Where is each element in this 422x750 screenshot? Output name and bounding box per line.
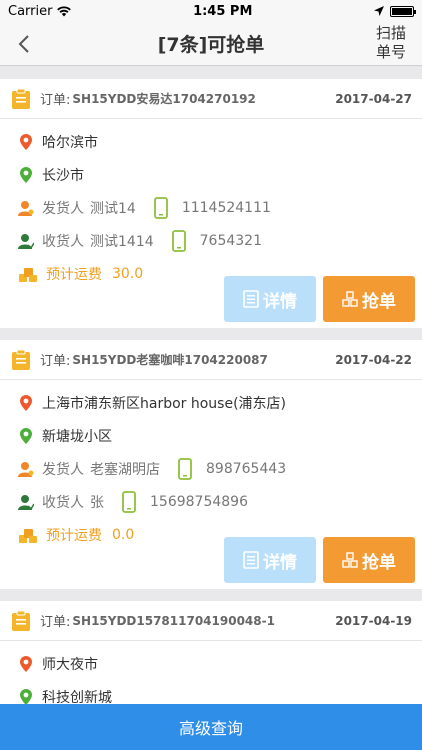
origin-pin-icon <box>18 133 34 151</box>
destination-address: 新塘垅小区 <box>42 428 112 445</box>
order-card[interactable]: 订单: SH15YDD老塞咖啡1704220087 2017-04-22 上海市… <box>0 340 422 589</box>
back-button[interactable] <box>12 30 36 58</box>
receiver-name: 张 <box>90 494 104 511</box>
order-header: 订单: SH15YDD安易达1704270192 2017-04-27 <box>0 79 422 119</box>
nav-bar: [7条]可抢单 扫描 单号 <box>0 22 422 66</box>
destination-row: 新塘垅小区 <box>18 419 412 452</box>
origin-row: 哈尔滨市 <box>18 125 412 158</box>
boxes-icon <box>342 552 358 568</box>
detail-button[interactable]: 详情 <box>224 537 316 583</box>
shipper-name: 老塞湖明店 <box>90 461 160 478</box>
destination-row: 长沙市 <box>18 158 412 191</box>
shipper-row: 发货人 老塞湖明店 898765443 <box>18 452 412 485</box>
shipper-phone[interactable]: 898765443 <box>206 461 286 477</box>
fee-label: 预计运费 <box>46 266 102 283</box>
origin-address: 上海市浦东新区harbor house(浦东店) <box>42 395 287 412</box>
clipboard-icon <box>12 88 30 109</box>
shipper-person-icon <box>18 199 34 217</box>
page-title: [7条]可抢单 <box>157 34 265 56</box>
order-label: 订单: <box>40 354 71 369</box>
order-list[interactable]: 订单: SH15YDD安易达1704270192 2017-04-27 哈尔滨市… <box>0 66 422 704</box>
order-header: 订单: SH15YDD157811704190048-1 2017-04-19 <box>0 601 422 641</box>
receiver-phone[interactable]: 7654321 <box>200 233 262 249</box>
phone-icon[interactable] <box>153 196 168 219</box>
receiver-person-icon <box>18 232 34 250</box>
receiver-row: 收货人 张 15698754896 <box>18 485 412 518</box>
origin-address: 师大夜市 <box>42 656 98 673</box>
coins-icon <box>18 526 38 544</box>
origin-row: 师大夜市 <box>18 647 412 680</box>
wifi-icon <box>57 5 72 16</box>
shipper-phone[interactable]: 1114524111 <box>182 200 271 216</box>
receiver-name: 测试1414 <box>90 233 154 250</box>
carrier-label: Carrier <box>8 3 53 19</box>
fee-value: 30.0 <box>112 265 144 282</box>
list-icon <box>243 290 259 308</box>
order-label: 订单: <box>40 615 71 630</box>
boxes-icon <box>342 291 358 307</box>
order-number: SH15YDD老塞咖啡1704220087 <box>72 353 268 367</box>
order-date: 2017-04-19 <box>335 613 412 628</box>
order-number: SH15YDD安易达1704270192 <box>72 92 256 106</box>
order-number: SH15YDD157811704190048-1 <box>72 613 275 628</box>
shipper-name: 测试14 <box>90 200 136 217</box>
shipper-label: 发货人 <box>42 200 84 217</box>
order-label: 订单: <box>40 93 71 108</box>
detail-button[interactable]: 详情 <box>224 276 316 322</box>
phone-icon[interactable] <box>178 457 192 480</box>
shipper-person-icon <box>18 460 34 478</box>
status-time: 1:45 PM <box>193 3 253 19</box>
destination-address: 科技创新城 <box>42 689 112 705</box>
scan-order-button[interactable]: 扫描 单号 <box>376 24 412 62</box>
receiver-label: 收货人 <box>42 233 84 250</box>
receiver-person-icon <box>18 493 34 511</box>
order-header: 订单: SH15YDD老塞咖啡1704220087 2017-04-22 <box>0 340 422 380</box>
origin-address: 哈尔滨市 <box>42 134 98 151</box>
location-arrow-icon <box>373 6 384 16</box>
origin-pin-icon <box>18 655 34 673</box>
clipboard-icon <box>12 349 30 370</box>
advanced-search-button[interactable]: 高级查询 <box>0 704 422 750</box>
shipper-label: 发货人 <box>42 461 84 478</box>
shipper-row: 发货人 测试14 1114524111 <box>18 191 412 224</box>
grab-order-button[interactable]: 抢单 <box>323 537 415 583</box>
phone-icon[interactable] <box>171 229 186 252</box>
order-date: 2017-04-27 <box>335 91 412 106</box>
order-card[interactable]: 订单: SH15YDD157811704190048-1 2017-04-19 … <box>0 601 422 704</box>
grab-order-button[interactable]: 抢单 <box>323 276 415 322</box>
fee-value: 0.0 <box>112 526 135 543</box>
origin-pin-icon <box>18 394 34 412</box>
destination-pin-icon <box>18 688 34 704</box>
battery-icon <box>389 5 416 17</box>
receiver-label: 收货人 <box>42 494 84 511</box>
destination-pin-icon <box>18 427 34 445</box>
phone-icon[interactable] <box>122 490 136 513</box>
fee-label: 预计运费 <box>46 527 102 544</box>
clipboard-icon <box>12 610 30 631</box>
destination-pin-icon <box>18 166 34 184</box>
status-bar: Carrier 1:45 PM <box>0 0 422 22</box>
destination-address: 长沙市 <box>42 167 84 184</box>
list-icon <box>243 551 259 569</box>
order-card[interactable]: 订单: SH15YDD安易达1704270192 2017-04-27 哈尔滨市… <box>0 79 422 328</box>
origin-row: 上海市浦东新区harbor house(浦东店) <box>18 386 412 419</box>
order-date: 2017-04-22 <box>335 352 412 367</box>
destination-row: 科技创新城 <box>18 680 412 704</box>
chevron-left-icon <box>18 35 29 53</box>
receiver-phone[interactable]: 15698754896 <box>150 494 248 510</box>
receiver-row: 收货人 测试1414 7654321 <box>18 224 412 257</box>
coins-icon <box>18 265 38 283</box>
